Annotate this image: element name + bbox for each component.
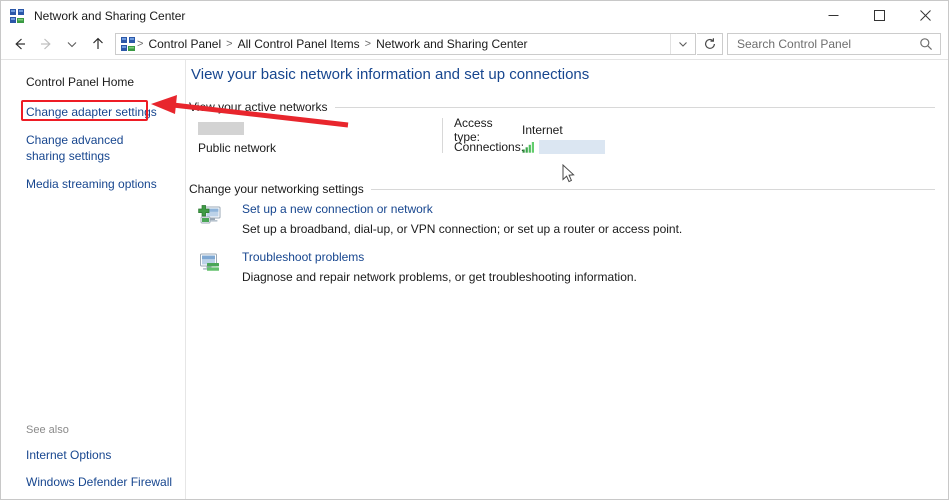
title-bar: Network and Sharing Center	[1, 1, 948, 30]
window-controls	[810, 1, 948, 30]
task-description: Set up a broadband, dial-up, or VPN conn…	[242, 222, 683, 236]
content-area: Control Panel Home Change adapter settin…	[1, 59, 948, 499]
network-sharing-icon	[9, 8, 25, 24]
detail-row-access-type: Access type: Internet	[454, 116, 605, 144]
detail-key: Connections:	[454, 139, 525, 154]
detail-row-connections: Connections:	[454, 138, 605, 155]
task-text: Troubleshoot problems Diagnose and repai…	[242, 250, 637, 286]
recent-locations-chevron-down-icon[interactable]	[59, 31, 85, 57]
see-also-title: See also	[26, 424, 69, 436]
section-divider	[334, 106, 935, 108]
address-chevron-down-icon[interactable]	[670, 34, 695, 54]
maximize-button[interactable]	[856, 1, 902, 30]
sidebar-item-internet-options[interactable]: Internet Options	[26, 447, 186, 463]
breadcrumb-separator: >	[137, 38, 144, 50]
task-description: Diagnose and repair network problems, or…	[242, 270, 637, 284]
refresh-icon[interactable]	[697, 33, 723, 55]
search-input[interactable]	[735, 36, 916, 52]
detail-value-access-type: Internet	[522, 122, 563, 137]
section-heading: Change your networking settings	[189, 182, 364, 196]
task-troubleshoot-problems[interactable]: Troubleshoot problems Diagnose and repai…	[198, 250, 938, 286]
breadcrumb-separator: >	[364, 38, 372, 50]
sidebar-item-label: Change advanced sharing settings	[26, 133, 124, 163]
search-icon[interactable]	[916, 34, 936, 54]
sidebar-item-windows-defender-firewall[interactable]: Windows Defender Firewall	[26, 474, 186, 490]
network-details: Access type: Internet Connections:	[454, 116, 605, 155]
forward-arrow-icon	[33, 31, 59, 57]
task-link-troubleshoot-problems[interactable]: Troubleshoot problems	[242, 250, 637, 264]
search-box[interactable]	[727, 33, 941, 55]
network-sharing-center-window: Network and Sharing Center > Control Pan…	[0, 0, 949, 500]
breadcrumb-item-network-and-sharing-center[interactable]: Network and Sharing Center	[372, 37, 531, 51]
up-arrow-icon[interactable]	[85, 31, 111, 57]
breadcrumb-separator: >	[226, 38, 233, 50]
active-network-summary: Public network	[198, 122, 438, 155]
see-also-section: See also Internet Options Windows Defend…	[26, 424, 186, 490]
sidebar-item-change-advanced-sharing-settings[interactable]: Change advanced sharing settings	[26, 132, 154, 164]
breadcrumb-item-all-control-panel-items[interactable]: All Control Panel Items	[234, 37, 364, 51]
section-divider	[370, 188, 935, 190]
main-pane: View your basic network information and …	[186, 60, 948, 499]
sidebar-item-media-streaming-options[interactable]: Media streaming options	[26, 176, 177, 192]
connection-name-redacted[interactable]	[539, 139, 605, 154]
window-title: Network and Sharing Center	[34, 8, 186, 23]
sidebar-item-label: Media streaming options	[26, 177, 157, 191]
task-link-set-up-new-connection[interactable]: Set up a new connection or network	[242, 202, 682, 216]
task-text: Set up a new connection or network Set u…	[242, 202, 682, 238]
network-details-divider	[442, 118, 443, 153]
section-networking-settings: Change your networking settings	[189, 182, 935, 196]
back-arrow-icon[interactable]	[7, 31, 33, 57]
section-heading: View your active networks	[189, 100, 328, 114]
breadcrumb-item-control-panel[interactable]: Control Panel	[144, 37, 225, 51]
network-type-label: Public network	[198, 141, 277, 155]
sidebar-item-label: Control Panel Home	[26, 75, 135, 89]
new-connection-icon	[198, 203, 222, 227]
section-active-networks: View your active networks	[189, 100, 935, 114]
network-name-redacted	[198, 122, 244, 135]
sidebar: Control Panel Home Change adapter settin…	[1, 60, 186, 499]
minimize-button[interactable]	[810, 1, 856, 30]
sidebar-item-label: Change adapter settings	[26, 105, 157, 119]
signal-bars-icon	[522, 141, 536, 153]
page-title: View your basic network information and …	[191, 66, 590, 83]
address-bar[interactable]: > Control Panel > All Control Panel Item…	[115, 33, 696, 55]
sidebar-item-control-panel-home[interactable]: Control Panel Home	[26, 74, 177, 90]
sidebar-item-change-adapter-settings[interactable]: Change adapter settings	[26, 104, 177, 120]
troubleshoot-icon	[198, 251, 222, 275]
address-network-sharing-icon	[120, 36, 136, 52]
close-button[interactable]	[902, 1, 948, 30]
navigation-bar: > Control Panel > All Control Panel Item…	[1, 30, 948, 58]
task-set-up-new-connection[interactable]: Set up a new connection or network Set u…	[198, 202, 938, 238]
